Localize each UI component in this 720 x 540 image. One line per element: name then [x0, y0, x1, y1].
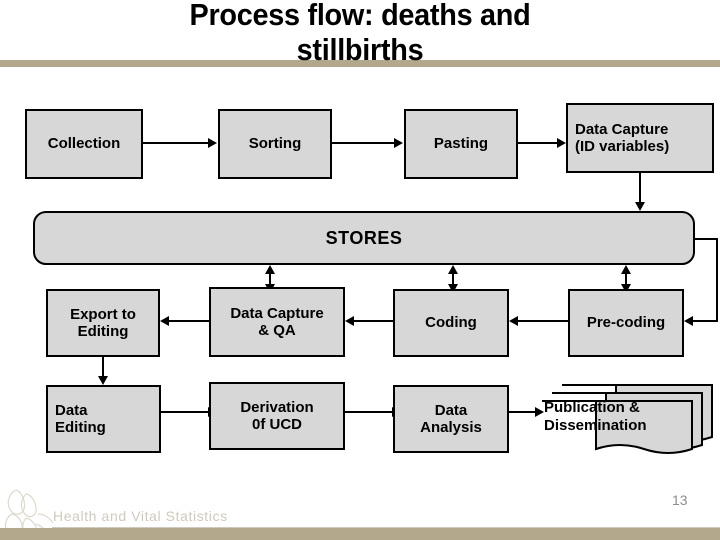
document-stack-publication[interactable]: Publication & Dissemination [538, 379, 714, 457]
arrowhead-collection-to-sorting [208, 138, 217, 148]
process-box-derivation-ucd[interactable]: Derivation 0f UCD [209, 382, 345, 450]
page-number: 13 [672, 492, 688, 508]
connector-pasting-to-data-capture [518, 142, 558, 144]
arrowhead-data-capture-qa-to-export [160, 316, 169, 326]
arrowhead-pasting-to-data-capture [557, 138, 566, 148]
process-box-data-editing[interactable]: Data Editing [46, 385, 161, 453]
connector-data-capture-qa-to-export [169, 320, 209, 322]
connector-stores-right-segment [693, 238, 718, 240]
arrowhead-export-to-data-editing [98, 376, 108, 385]
connector-data-capture-to-stores [639, 173, 641, 204]
process-box-pre-coding[interactable]: Pre-coding [568, 289, 684, 357]
arrowhead-precoding-to-coding [509, 316, 518, 326]
arrowhead-coding-to-data-capture-qa [345, 316, 354, 326]
arrowhead-sorting-to-pasting [394, 138, 403, 148]
document-stack-label: Publication & Dissemination [544, 399, 647, 435]
connector-export-to-data-editing [102, 357, 104, 378]
stores-band[interactable]: STORES [33, 211, 695, 265]
slide-canvas: Process flow: deaths and stillbirths Col… [0, 0, 720, 540]
footer-accent-bar [0, 528, 720, 540]
connector-coding-to-data-capture-qa [354, 320, 393, 322]
process-box-coding[interactable]: Coding [393, 289, 509, 357]
connector-data-analysis-to-publication [509, 411, 537, 413]
process-box-data-capture-id[interactable]: Data Capture (ID variables) [566, 103, 714, 173]
arrowhead-stores-to-precoding [684, 316, 693, 326]
footer-label: Health and Vital Statistics [53, 508, 228, 524]
process-box-data-capture-qa[interactable]: Data Capture & QA [209, 287, 345, 357]
connector-collection-to-sorting [143, 142, 209, 144]
arrowhead-data-capture-to-stores [635, 202, 645, 211]
process-box-pasting[interactable]: Pasting [404, 109, 518, 179]
connector-derivation-to-data-analysis [345, 411, 393, 413]
page-title: Process flow: deaths and stillbirths [189, 0, 531, 67]
connector-precoding-to-coding [518, 320, 568, 322]
connector-sorting-to-pasting [332, 142, 395, 144]
connector-stores-right-to-precoding [692, 320, 718, 322]
process-box-sorting[interactable]: Sorting [218, 109, 332, 179]
process-box-collection[interactable]: Collection [25, 109, 143, 179]
process-box-export-to-editing[interactable]: Export to Editing [46, 289, 160, 357]
connector-data-editing-to-derivation [160, 411, 209, 413]
process-box-data-analysis[interactable]: Data Analysis [393, 385, 509, 453]
connector-stores-right-down [716, 238, 718, 322]
